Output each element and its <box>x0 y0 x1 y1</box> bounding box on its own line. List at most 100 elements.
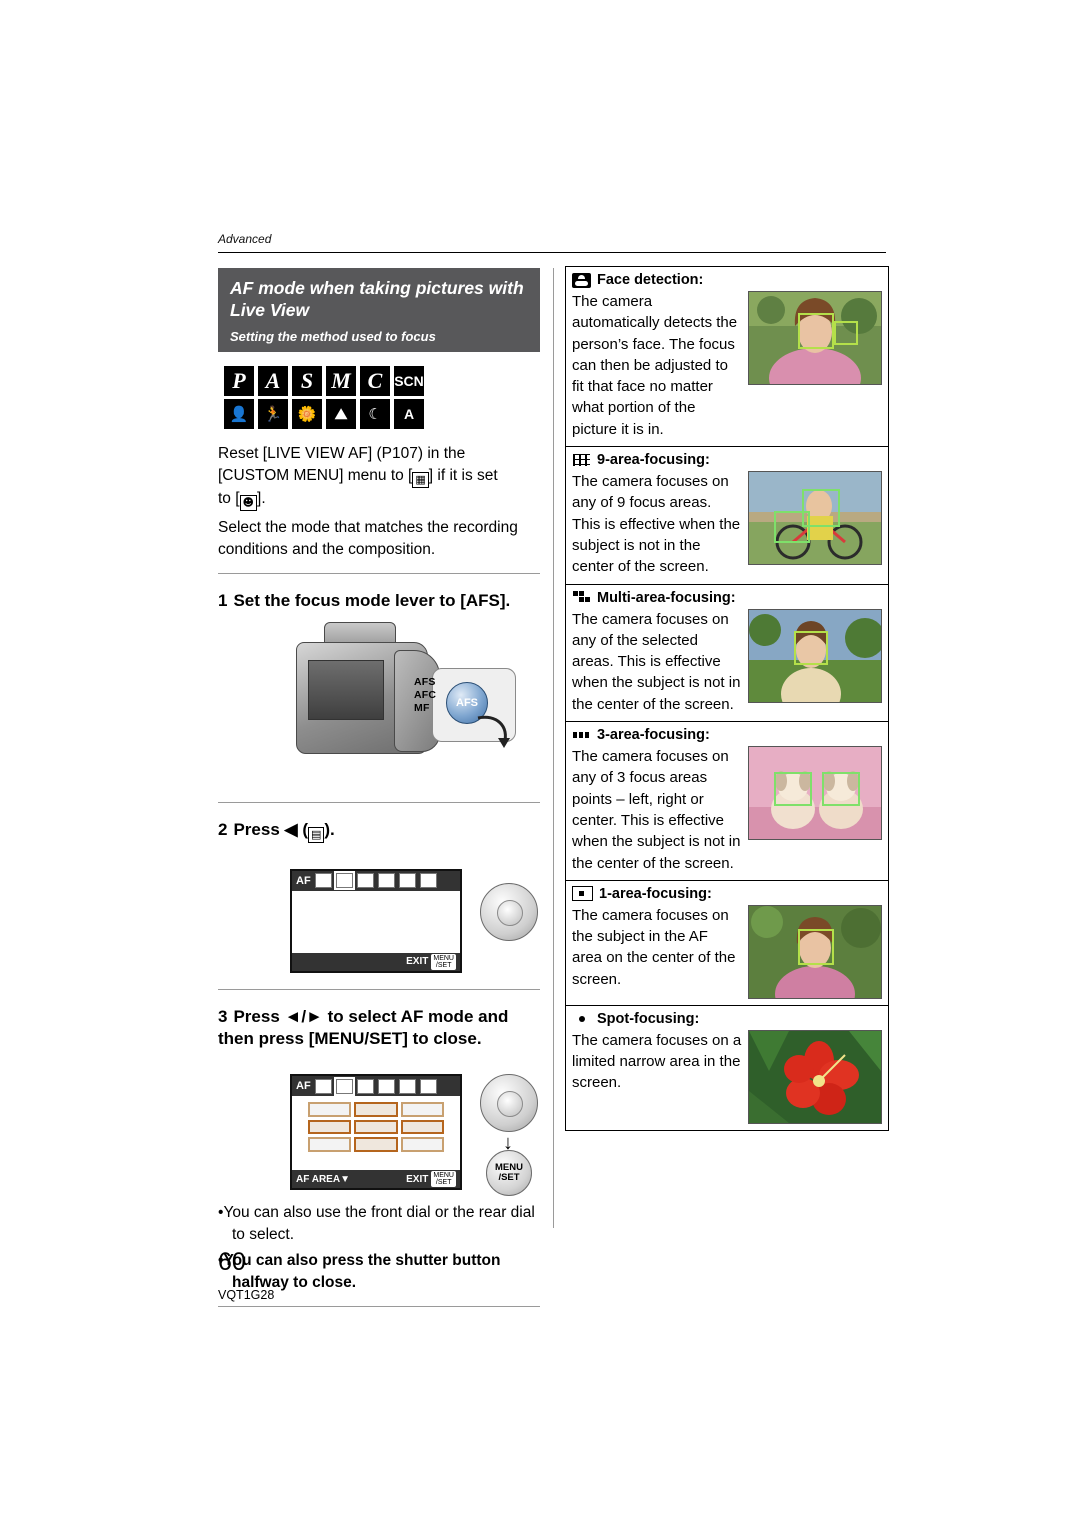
mode-icon-group: P A S M C SCN 👤 🏃 🌼 ⛰ ☾ A <box>224 365 540 429</box>
mode-icon-scn: SCN <box>394 365 424 396</box>
left-bullet-list: •You can also use the front dial or the … <box>218 1202 540 1294</box>
step-1-number: 1 <box>218 590 228 610</box>
af-mode-tile2-1area <box>398 1078 416 1094</box>
af-mode-tile-face <box>314 873 332 889</box>
row-body: The camera focuses on a limited narrow a… <box>566 1029 888 1130</box>
photo-illustration <box>749 905 881 998</box>
photo-child-with-bicycle <box>748 471 882 566</box>
af-mode-tile2-spot <box>419 1078 437 1094</box>
lcd-preview-af-area: AF AF AREA▼ EXIT MENU /SET <box>290 1074 462 1191</box>
sports-icon: 🏃 <box>258 398 288 429</box>
row-body: The camera focuses on any of 3 focus are… <box>566 746 888 880</box>
table-row: Spot-focusing: The camera focuses on a l… <box>566 1006 888 1130</box>
page-header-section: Advanced <box>218 232 272 246</box>
step-2-illustration: AF EXIT MENU/SET <box>218 851 540 977</box>
page-number: 60 <box>218 1248 246 1276</box>
left-divider-1 <box>218 572 540 574</box>
select-mode-paragraph: Select the mode that matches the recordi… <box>218 518 518 558</box>
lcd-bottom-bar: EXIT MENU/SET <box>292 952 460 971</box>
reset-instruction-paragraph: Reset [LIVE VIEW AF] (P107) in the [CUST… <box>218 443 540 511</box>
photo-illustration <box>749 747 881 840</box>
step-1: 1 Set the focus mode lever to [AFS]. <box>218 590 540 612</box>
lcd2-menuset-chip: MENU/SET <box>431 1171 456 1188</box>
af-mode-button-icon: ▤ <box>307 826 325 843</box>
macro-icon: 🌼 <box>292 398 322 429</box>
menu-set-button-illustration: MENU /SET <box>486 1150 532 1197</box>
document-id: VQT1G28 <box>218 1288 275 1302</box>
af-area-cell <box>354 1102 398 1117</box>
left-column: AF mode when taking pictures with Live V… <box>218 268 540 1308</box>
table-row: 3-area-focusing: The camera focuses on a… <box>566 722 888 881</box>
photo-illustration <box>749 609 881 702</box>
menu-set-line2: /SET <box>498 1172 520 1184</box>
photo-woman-portrait <box>748 904 882 999</box>
lcd2-af-area-label: AF AREA▼ <box>296 1173 350 1185</box>
3-area-focus-icon <box>572 727 591 743</box>
af-mode-tile2-9area <box>356 1078 374 1094</box>
row-heading: 3-area-focusing: <box>566 722 888 746</box>
lever-label-afc: AFC <box>414 688 437 701</box>
af-area-cell <box>308 1137 352 1153</box>
row-body: The camera focuses on any of the selecte… <box>566 608 888 721</box>
af-area-cell <box>400 1119 444 1135</box>
9-area-focus-icon <box>572 452 591 468</box>
mode-icon-c: C <box>360 365 390 396</box>
manual-page: Advanced AF mode when taking pictures wi… <box>0 0 1080 1526</box>
mode-row-scene: 👤 🏃 🌼 ⛰ ☾ A <box>224 398 540 429</box>
reset-instruction-line5: ]. <box>257 489 266 507</box>
step-1-text: Set the focus mode lever to [AFS]. <box>233 590 511 610</box>
af-area-text: AF AREA <box>296 1173 341 1185</box>
left-divider-4 <box>218 1306 540 1308</box>
step-3: 3 Press ◄/► to select AF mode and then pr… <box>218 1006 540 1050</box>
page-subtitle: Setting the method used to focus <box>230 328 436 344</box>
step-3-text: Press ◄/► to select AF mode and then pre… <box>218 1006 509 1048</box>
lever-label-afs: AFS <box>414 675 436 688</box>
row-heading-label: Spot-focusing: <box>597 1010 700 1027</box>
bullet-2-text: You can also press the shutter button ha… <box>223 1252 501 1292</box>
multi-area-focus-icon <box>572 590 591 606</box>
step-2: 2 Press ◀ (▤). <box>218 819 540 843</box>
multi-area-inline-icon: ▦ <box>412 471 429 488</box>
night-portrait-icon: ☾ <box>360 398 390 429</box>
lcd2-top-bar: AF <box>292 1076 460 1097</box>
face-detect-inline-icon: ☻ <box>239 494 258 511</box>
step-2-prefix: Press <box>233 819 280 839</box>
lcd2-bottom-bar: AF AREA▼ EXIT MENU/SET <box>292 1170 460 1189</box>
row-heading: 9-area-focusing: <box>566 447 888 471</box>
row-heading: Multi-area-focusing: <box>566 585 888 609</box>
camera-illustration: AFS AFC MF AFS <box>218 620 540 790</box>
bullet-item-1: •You can also use the front dial or the … <box>218 1204 535 1244</box>
1-area-focus-icon <box>572 886 593 902</box>
af-mode-tile2-multi <box>333 1076 355 1096</box>
af-mode-tile-multi <box>356 873 374 889</box>
lcd2-exit-label: EXIT <box>406 1173 429 1185</box>
row-description: The camera focuses on any of 3 focus are… <box>572 748 741 872</box>
row-description: The camera focuses on the subject in the… <box>572 906 736 988</box>
lcd-af-label: AF <box>296 874 311 887</box>
row-heading-label: 1-area-focusing: <box>599 885 712 902</box>
row-body: The camera automatically detects the per… <box>566 291 888 446</box>
row-body: The camera focuses on any of 9 focus are… <box>566 471 888 583</box>
row-description: The camera focuses on a limited narrow a… <box>572 1031 742 1092</box>
portrait-icon: 👤 <box>224 398 254 429</box>
photo-red-hibiscus <box>748 1029 882 1124</box>
af-mode-tile-3area <box>377 873 395 889</box>
row-heading-label: Face detection: <box>597 272 704 288</box>
rotation-arrow-icon <box>477 715 510 748</box>
step-3-illustration: AF AF AREA▼ EXIT MENU /SET ↓ MENU /SET <box>218 1058 540 1197</box>
reset-instruction-line1: Reset [LIVE VIEW AF] (P107) in the <box>218 444 466 462</box>
mode-icon-auto: A <box>394 398 424 429</box>
af-mode-tile2-face <box>314 1078 332 1094</box>
camera-lcd-screen <box>308 659 384 720</box>
table-row: Multi-area-focusing: The camera focuses … <box>566 585 888 723</box>
left-divider-2 <box>218 801 540 803</box>
left-divider-3 <box>218 988 540 990</box>
photo-two-puppies <box>748 746 882 841</box>
row-description: The camera automatically detects the per… <box>572 293 738 438</box>
mode-icon-s: S <box>292 365 322 396</box>
af-area-cell <box>354 1119 398 1135</box>
row-heading-label: 9-area-focusing: <box>597 452 710 469</box>
row-heading: 1-area-focusing: <box>566 881 888 905</box>
af-area-cell <box>308 1102 352 1117</box>
focus-mode-lever-labels: AFS AFC MF <box>414 676 436 715</box>
